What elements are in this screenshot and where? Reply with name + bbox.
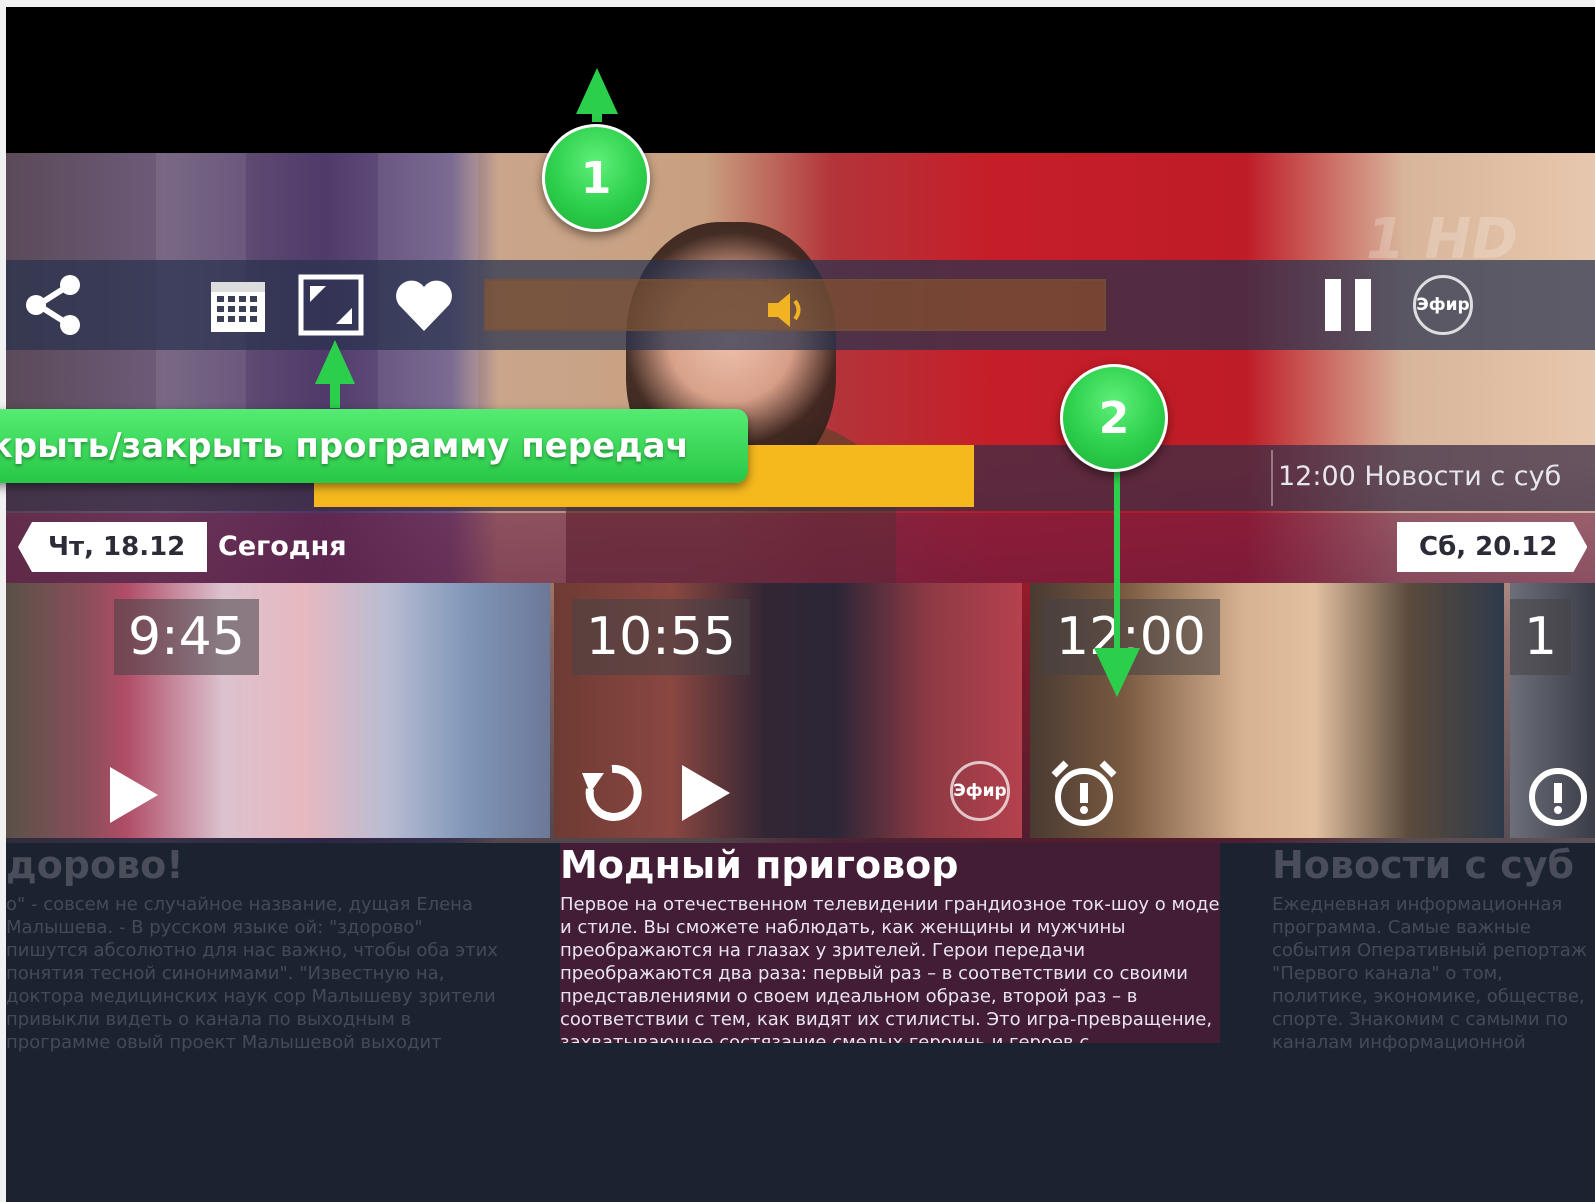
annotation-marker-2: 2 — [1060, 364, 1168, 472]
annotation-marker-1: 1 — [542, 124, 650, 232]
guide-toggle-callout: ткрыть/закрыть программу передач — [0, 409, 748, 483]
annotation-arrows — [315, 68, 1140, 697]
